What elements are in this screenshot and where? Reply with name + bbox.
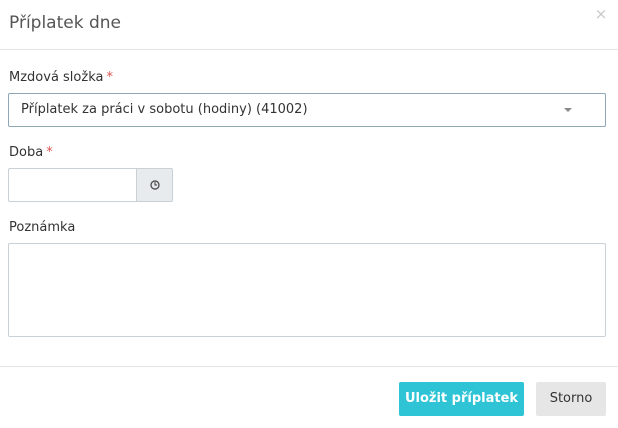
- note-label: Poznámka: [9, 220, 76, 235]
- surcharge-dialog: Příplatek dne × Mzdová složka * Příplatek…: [0, 0, 618, 428]
- duration-label: Doba *: [9, 145, 53, 161]
- wage-component-selected-value: Příplatek za práci v sobotu (hodiny) (41…: [21, 102, 308, 117]
- required-marker: *: [106, 70, 113, 85]
- clock-icon: [150, 180, 160, 190]
- duration-label-text: Doba: [9, 145, 44, 160]
- cancel-button[interactable]: Storno: [536, 382, 606, 416]
- save-surcharge-button[interactable]: Uložit příplatek: [399, 382, 524, 416]
- wage-component-select[interactable]: Příplatek za práci v sobotu (hodiny) (41…: [8, 93, 606, 127]
- close-icon[interactable]: ×: [594, 6, 608, 22]
- wage-component-label-text: Mzdová složka: [9, 70, 104, 85]
- dialog-footer: [0, 366, 618, 428]
- note-textarea[interactable]: [8, 243, 606, 337]
- duration-input[interactable]: [8, 168, 136, 202]
- required-marker: *: [46, 145, 53, 160]
- dialog-title: Příplatek dne: [9, 13, 121, 33]
- wage-component-label: Mzdová složka *: [9, 70, 113, 86]
- chevron-down-icon: [564, 108, 572, 112]
- time-picker-button[interactable]: [136, 168, 173, 202]
- dialog-header: Příplatek dne ×: [0, 0, 618, 50]
